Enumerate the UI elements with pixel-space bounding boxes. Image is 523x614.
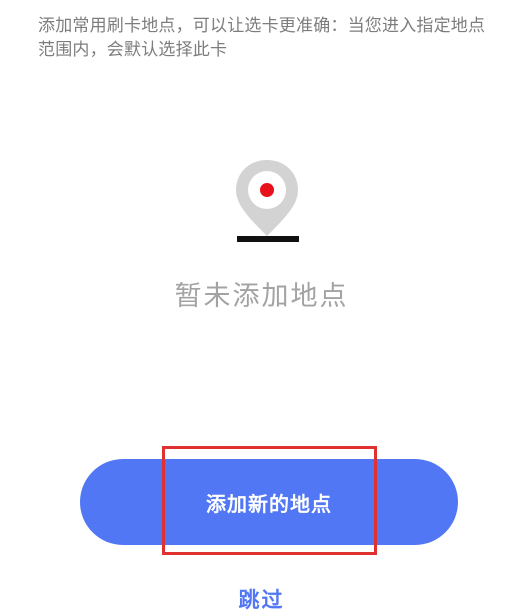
skip-link[interactable]: 跳过 (0, 584, 523, 614)
empty-state-text: 暂未添加地点 (174, 281, 349, 312)
pin-dot (260, 183, 274, 197)
hint-text: 添加常用刷卡地点，可以让选卡更准确：当您进入指定地点范围内，会默认选择此卡 (38, 16, 486, 60)
add-location-button[interactable]: 添加新的地点 (80, 459, 458, 545)
location-pin-icon (232, 156, 302, 248)
add-location-button-label: 添加新的地点 (206, 491, 332, 516)
pin-base-line (237, 236, 299, 242)
